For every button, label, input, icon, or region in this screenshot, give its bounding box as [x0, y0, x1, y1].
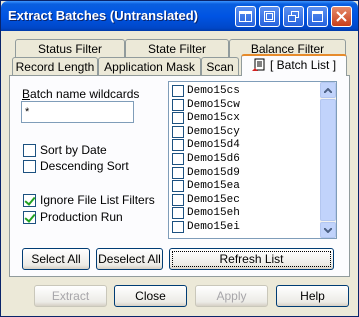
extract-button[interactable]: Extract: [34, 285, 107, 307]
list-item-checkbox[interactable]: [172, 153, 184, 165]
list-item-label: Demo15cw: [187, 98, 240, 111]
chevron-up-icon: [324, 87, 332, 93]
tab-state-filter[interactable]: State Filter: [125, 39, 229, 59]
refresh-list-button[interactable]: Refresh List: [169, 248, 334, 270]
apply-button[interactable]: Apply: [195, 285, 268, 307]
list-item-checkbox[interactable]: [172, 180, 184, 193]
list-item-checkbox[interactable]: [172, 139, 184, 152]
restore-icon: [264, 11, 275, 22]
list-item-label: Demo15d9: [187, 166, 240, 179]
help-button[interactable]: Help: [276, 285, 349, 307]
list-item-checkbox[interactable]: [172, 112, 184, 125]
list-item-label: Demo15eh: [187, 207, 240, 220]
document-icon: [252, 58, 265, 71]
close-button[interactable]: Close: [114, 285, 187, 307]
select-all-button[interactable]: Select All: [22, 248, 90, 270]
deselect-all-button[interactable]: Deselect All: [96, 248, 163, 270]
list-scrollbar[interactable]: [320, 82, 336, 238]
close-window-button[interactable]: [331, 6, 352, 27]
list-item-label: Demo15ea: [187, 180, 240, 193]
batch-listbox[interactable]: Demo15cs Demo15cw Demo15cx Demo15cy Demo15d4…: [168, 81, 337, 239]
tab-batch-list[interactable]: [ Batch List ]: [241, 54, 347, 76]
tab-record-length[interactable]: Record Length: [12, 57, 98, 77]
cascade-button[interactable]: [283, 6, 304, 27]
list-item-checkbox[interactable]: [172, 221, 184, 233]
maximize-button[interactable]: [307, 6, 328, 27]
list-item-checkbox[interactable]: [172, 98, 184, 111]
production-run-checkbox[interactable]: [23, 211, 36, 224]
list-item-checkbox[interactable]: [172, 125, 184, 138]
tab-scan[interactable]: Scan: [201, 57, 239, 77]
list-item-label: Demo15cx: [187, 112, 240, 125]
descending-sort-checkbox[interactable]: [23, 160, 36, 173]
scroll-down-button[interactable]: [320, 222, 336, 238]
wildcard-label-rest: atch name wildcards: [30, 87, 140, 101]
scroll-up-button[interactable]: [320, 82, 336, 98]
sort-by-date-checkbox[interactable]: [23, 144, 36, 157]
tab-status-filter[interactable]: Status Filter: [15, 39, 125, 59]
descending-sort-label: Descending Sort: [40, 159, 129, 173]
list-item-label: Demo15cy: [187, 125, 240, 138]
tile-icon: [239, 11, 252, 22]
list-item-label: Demo15cs: [187, 85, 240, 97]
list-item-checkbox[interactable]: [172, 193, 184, 206]
sort-by-date-label: Sort by Date: [40, 143, 107, 157]
list-item-checkbox[interactable]: [172, 166, 184, 179]
window-title: Extract Batches (Untranslated): [8, 8, 198, 23]
batch-wildcard-input[interactable]: [21, 101, 134, 123]
ignore-filters-label: Ignore File List Filters: [40, 193, 155, 207]
cascade-icon: [288, 11, 299, 22]
tab-application-mask[interactable]: Application Mask: [98, 57, 201, 77]
close-icon: [336, 11, 347, 22]
restore-button[interactable]: [259, 6, 280, 27]
chevron-down-icon: [324, 227, 332, 233]
tile-windows-button[interactable]: [235, 6, 256, 27]
extract-batches-window: Extract Batches (Untranslated) Status Fi…: [0, 0, 359, 317]
scroll-thumb[interactable]: [320, 99, 336, 221]
maximize-icon: [312, 11, 323, 22]
list-item-checkbox[interactable]: [172, 85, 184, 97]
list-item-checkbox[interactable]: [172, 207, 184, 220]
tab-batch-list-label: [ Batch List ]: [270, 58, 337, 72]
wildcard-label: Batch name wildcards: [22, 87, 140, 101]
ignore-filters-checkbox[interactable]: [23, 194, 36, 207]
list-item-label: Demo15ec: [187, 193, 240, 206]
title-bar[interactable]: Extract Batches (Untranslated): [1, 1, 358, 31]
list-item-label: Demo15d4: [187, 139, 240, 152]
list-item-label: Demo15d6: [187, 153, 240, 165]
production-run-label: Production Run: [40, 210, 123, 224]
list-item-label: Demo15ei: [187, 221, 240, 233]
